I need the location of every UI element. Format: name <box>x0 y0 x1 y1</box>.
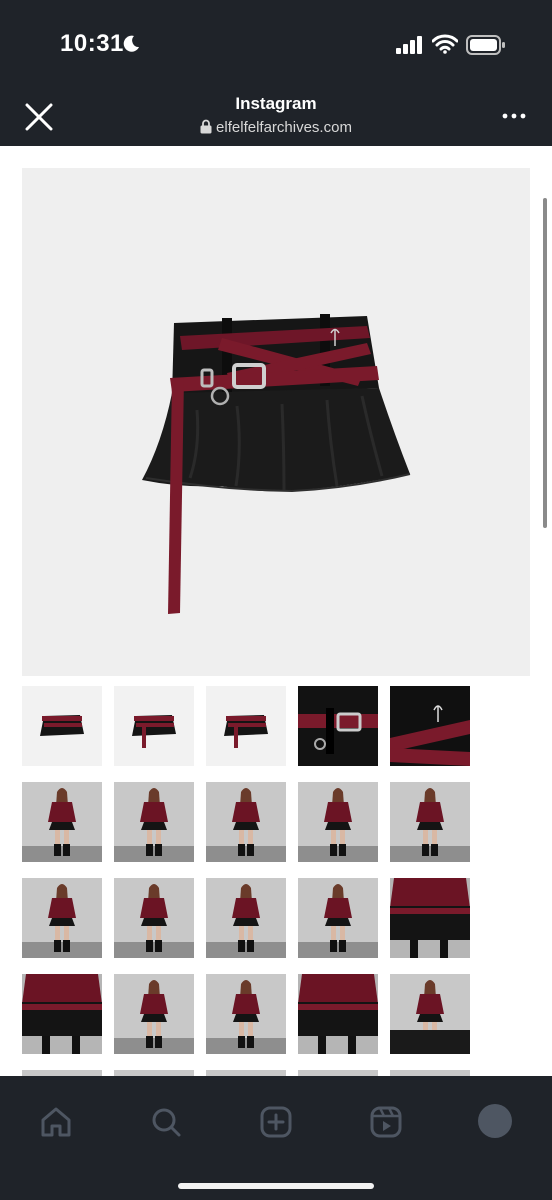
product-thumbnail[interactable] <box>114 686 194 766</box>
thumbnail-image <box>390 878 470 958</box>
thumbnail-image <box>298 974 378 1054</box>
product-thumbnail[interactable] <box>114 782 194 862</box>
product-thumbnail[interactable] <box>298 878 378 958</box>
home-indicator[interactable] <box>178 1183 374 1189</box>
thumbnail-image <box>22 974 102 1054</box>
battery-icon <box>466 35 505 55</box>
product-thumbnail[interactable] <box>22 878 102 958</box>
product-thumbnail[interactable] <box>390 686 470 766</box>
thumbnail-image <box>224 715 268 748</box>
thumbnail-image <box>22 788 102 862</box>
thumbnail-image <box>114 884 194 958</box>
product-thumbnail[interactable] <box>114 974 194 1054</box>
product-thumbnail[interactable] <box>390 974 470 1054</box>
thumbnail-image <box>22 884 102 958</box>
moon-icon <box>123 35 139 52</box>
wifi-icon <box>432 34 458 54</box>
product-thumbnail[interactable] <box>206 686 286 766</box>
product-thumbnail[interactable] <box>114 878 194 958</box>
search-icon[interactable] <box>148 1104 184 1140</box>
reels-icon[interactable] <box>368 1104 404 1140</box>
thumbnail-image <box>390 788 470 862</box>
thumbnail-image <box>206 788 286 862</box>
more-icon[interactable] <box>502 112 526 120</box>
cellular-signal-icon <box>396 36 422 54</box>
product-thumbnail[interactable] <box>22 974 102 1054</box>
create-icon[interactable] <box>258 1104 294 1140</box>
profile-icon[interactable] <box>478 1104 512 1138</box>
product-thumbnail[interactable] <box>22 686 102 766</box>
thumbnail-image <box>298 788 378 862</box>
product-thumbnail[interactable] <box>206 974 286 1054</box>
status-bar: 10:31 <box>0 0 552 90</box>
web-content[interactable] <box>0 146 552 1076</box>
thumbnail-image <box>132 715 176 748</box>
thumbnail-image <box>390 686 470 766</box>
thumbnail-image <box>40 715 84 736</box>
product-thumbnail[interactable] <box>390 878 470 958</box>
product-thumbnail[interactable] <box>298 974 378 1054</box>
product-main-image[interactable] <box>22 168 530 676</box>
browser-title: Instagram <box>235 94 317 113</box>
thumbnail-image <box>390 980 470 1054</box>
status-time: 10:31 <box>60 30 124 57</box>
instagram-tab-bar <box>0 1076 552 1200</box>
skirt-illustration <box>142 314 411 614</box>
lock-icon <box>200 119 212 134</box>
product-thumbnail[interactable] <box>22 782 102 862</box>
product-thumbnail[interactable] <box>390 782 470 862</box>
browser-url[interactable]: elfelfelfarchives.com <box>0 119 552 136</box>
product-thumbnail[interactable] <box>298 782 378 862</box>
home-icon[interactable] <box>38 1104 74 1140</box>
thumbnail-image <box>206 980 286 1054</box>
thumbnail-image <box>206 884 286 958</box>
thumbnail-image <box>114 788 194 862</box>
product-thumbnail[interactable] <box>298 686 378 766</box>
url-text: elfelfelfarchives.com <box>216 119 352 136</box>
scrollbar[interactable] <box>543 198 547 528</box>
product-thumbnail[interactable] <box>206 878 286 958</box>
browser-header: Instagram elfelfelfarchives.com <box>0 90 552 146</box>
thumbnail-image <box>298 884 378 958</box>
thumbnail-image <box>298 708 378 754</box>
thumbnail-image <box>114 980 194 1054</box>
product-thumbnail[interactable] <box>206 782 286 862</box>
